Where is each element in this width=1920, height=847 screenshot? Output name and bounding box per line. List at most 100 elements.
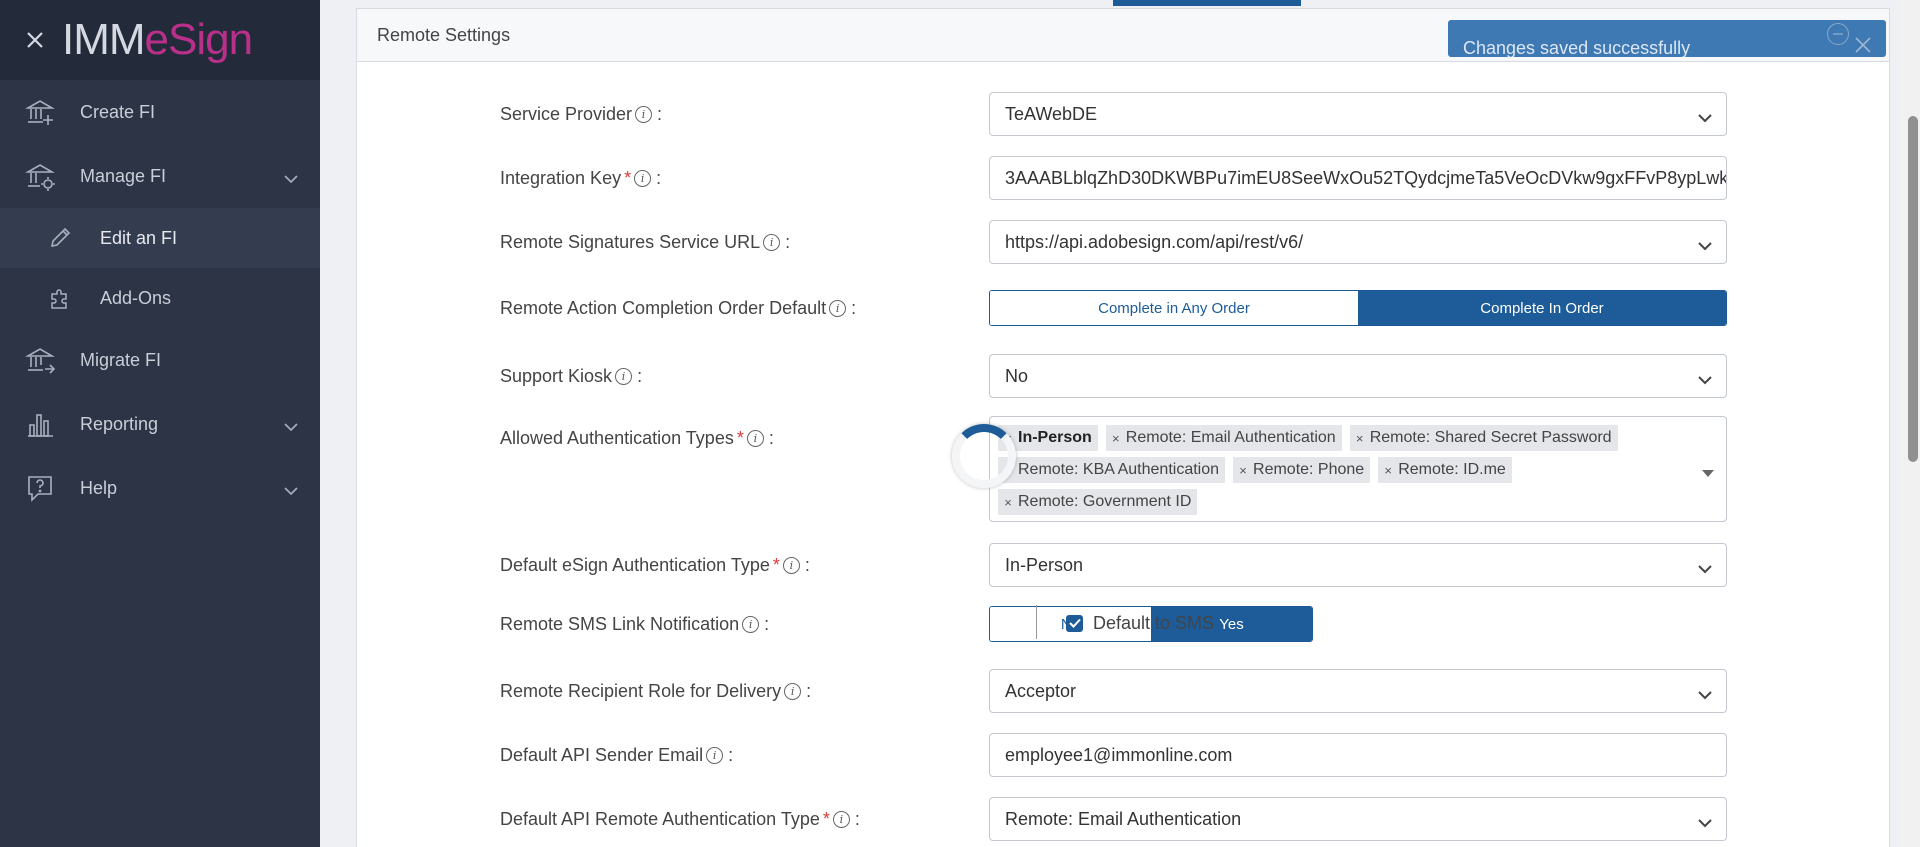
main-content: Remote Settings Service Provider i: TeAW… xyxy=(320,0,1900,847)
sidebar-item-label: Manage FI xyxy=(80,165,167,186)
sidebar-item-label: Reporting xyxy=(80,413,159,434)
service-provider-row: Service Provider i: TeAWebDE xyxy=(357,92,1891,136)
chevron-down-icon xyxy=(284,480,298,501)
integration-key-label: Integration Key * i: xyxy=(500,167,662,188)
scrollbar-thumb[interactable] xyxy=(1908,116,1918,462)
api-remote-auth-label: Default API Remote Authentication Type * … xyxy=(500,808,860,829)
sidebar-item-help[interactable]: Help xyxy=(0,456,320,520)
info-icon[interactable]: i xyxy=(742,615,760,633)
info-icon[interactable]: i xyxy=(615,367,633,385)
caret-down-icon[interactable] xyxy=(1702,465,1714,483)
remove-tag-icon[interactable]: × xyxy=(1233,463,1253,478)
integration-key-input[interactable]: 3AAABLblqZhD30DKWBPu7imEU8SeeWxOu52TQydc… xyxy=(989,156,1727,200)
checkbox-checked-icon[interactable] xyxy=(1066,614,1083,632)
required-marker: * xyxy=(624,167,632,188)
sender-email-label: Default API Sender Email i: xyxy=(500,744,734,765)
auth-tag: × Remote: KBA Authentication xyxy=(998,457,1226,483)
minus-circle-icon[interactable] xyxy=(1827,23,1849,45)
auth-tag: × Remote: Government ID xyxy=(998,489,1198,515)
integration-key-row: Integration Key * i: 3AAABLblqZhD30DKWBPu… xyxy=(357,156,1891,200)
toast-close-icon[interactable] xyxy=(1852,34,1874,56)
active-tab-indicator xyxy=(1113,0,1301,6)
info-icon[interactable]: i xyxy=(635,105,653,123)
auth-tag: × Remote: Shared Secret Password xyxy=(1349,425,1618,451)
separator xyxy=(1036,605,1037,639)
info-icon[interactable]: i xyxy=(634,169,652,187)
chevron-down-icon xyxy=(1698,107,1712,128)
bank-gear-icon xyxy=(24,160,56,192)
sidebar-item-add-ons[interactable]: Add-Ons xyxy=(0,268,320,328)
chevron-down-icon xyxy=(1698,684,1712,705)
service-url-select[interactable]: https://api.adobesign.com/api/rest/v6/ xyxy=(989,220,1727,264)
help-bubble-icon xyxy=(24,472,56,504)
remove-tag-icon[interactable]: × xyxy=(1378,463,1398,478)
logo-bar: IMMeSign xyxy=(0,0,320,80)
auth-tag: × Remote: Email Authentication xyxy=(1105,425,1342,451)
sidebar-item-reporting[interactable]: Reporting xyxy=(0,392,320,456)
sidebar-item-create-fi[interactable]: Create FI xyxy=(0,80,320,144)
chevron-down-icon xyxy=(1698,369,1712,390)
completion-order-toggle: Complete in Any Order Complete In Order xyxy=(989,290,1727,326)
sidebar-item-label: Edit an FI xyxy=(100,227,178,248)
allowed-auth-row: Allowed Authentication Types * i: × In-Per… xyxy=(357,416,1891,522)
chevron-down-icon xyxy=(1698,812,1712,833)
allowed-auth-multiselect[interactable]: × In-Person × Remote: Email Authentication… xyxy=(989,416,1727,522)
info-icon[interactable]: i xyxy=(706,746,724,764)
recipient-role-select[interactable]: Acceptor xyxy=(989,669,1727,713)
service-url-label: Remote Signatures Service URL i: xyxy=(500,231,791,252)
sidebar-item-label: Create FI xyxy=(80,101,156,122)
auth-tag: × Remote: Phone xyxy=(1233,457,1371,483)
sidebar-item-edit-fi[interactable]: Edit an FI xyxy=(0,208,320,268)
sidebar-item-migrate-fi[interactable]: Migrate FI xyxy=(0,328,320,392)
info-icon[interactable]: i xyxy=(746,429,764,447)
pencil-icon xyxy=(46,224,74,252)
chevron-down-icon xyxy=(284,168,298,189)
recipient-role-label: Remote Recipient Role for Delivery i: xyxy=(500,680,812,701)
default-auth-label: Default eSign Authentication Type * i: xyxy=(500,554,810,575)
auth-tag: × Remote: ID.me xyxy=(1378,457,1512,483)
toast-message: Changes saved successfully xyxy=(1463,38,1691,57)
sidebar-item-label: Migrate FI xyxy=(80,349,162,370)
sender-email-input[interactable]: employee1@immonline.com xyxy=(989,733,1727,777)
puzzle-icon xyxy=(46,284,74,312)
remove-tag-icon[interactable]: × xyxy=(1350,431,1370,446)
api-remote-auth-row: Default API Remote Authentication Type * … xyxy=(357,797,1891,841)
required-marker: * xyxy=(736,427,744,448)
completion-order-label: Remote Action Completion Order Default i… xyxy=(500,297,857,318)
default-to-sms-checkbox-row[interactable]: Default to SMS xyxy=(1066,609,1214,637)
sidebar-item-label: Add-Ons xyxy=(100,287,172,308)
info-icon[interactable]: i xyxy=(829,299,847,317)
loading-spinner xyxy=(952,424,1016,488)
remove-tag-icon[interactable]: × xyxy=(1106,431,1126,446)
info-icon[interactable]: i xyxy=(782,556,800,574)
chevron-down-icon xyxy=(284,416,298,437)
default-auth-row: Default eSign Authentication Type * i: In… xyxy=(357,543,1891,587)
api-remote-auth-select[interactable]: Remote: Email Authentication xyxy=(989,797,1727,841)
chevron-down-icon xyxy=(1698,235,1712,256)
sender-email-row: Default API Sender Email i: employee1@im… xyxy=(357,733,1891,777)
complete-in-order-option[interactable]: Complete In Order xyxy=(1358,291,1726,325)
bank-plus-icon xyxy=(24,96,56,128)
remote-settings-panel: Remote Settings Service Provider i: TeAW… xyxy=(356,8,1890,847)
sidebar-item-label: Help xyxy=(80,477,118,498)
app-logo[interactable]: IMMeSign xyxy=(62,15,253,65)
remove-tag-icon[interactable]: × xyxy=(998,495,1018,510)
chevron-down-icon xyxy=(1698,558,1712,579)
default-auth-select[interactable]: In-Person xyxy=(989,543,1727,587)
sms-link-label: Remote SMS Link Notification i: xyxy=(500,613,770,634)
complete-any-order-option[interactable]: Complete in Any Order xyxy=(990,291,1358,325)
service-provider-select[interactable]: TeAWebDE xyxy=(989,92,1727,136)
allowed-auth-label: Allowed Authentication Types * i: xyxy=(500,427,774,448)
close-sidebar-icon[interactable] xyxy=(22,27,48,53)
support-kiosk-label: Support Kiosk i: xyxy=(500,365,643,386)
required-marker: * xyxy=(822,808,830,829)
info-icon[interactable]: i xyxy=(832,810,850,828)
checkbox-label: Default to SMS xyxy=(1093,612,1215,633)
service-provider-label: Service Provider i: xyxy=(500,103,663,124)
info-icon[interactable]: i xyxy=(763,233,781,251)
recipient-role-row: Remote Recipient Role for Delivery i: Ac… xyxy=(357,669,1891,713)
info-icon[interactable]: i xyxy=(784,682,802,700)
sidebar-item-manage-fi[interactable]: Manage FI xyxy=(0,144,320,208)
support-kiosk-select[interactable]: No xyxy=(989,354,1727,398)
success-toast: Changes saved successfully xyxy=(1448,20,1886,57)
